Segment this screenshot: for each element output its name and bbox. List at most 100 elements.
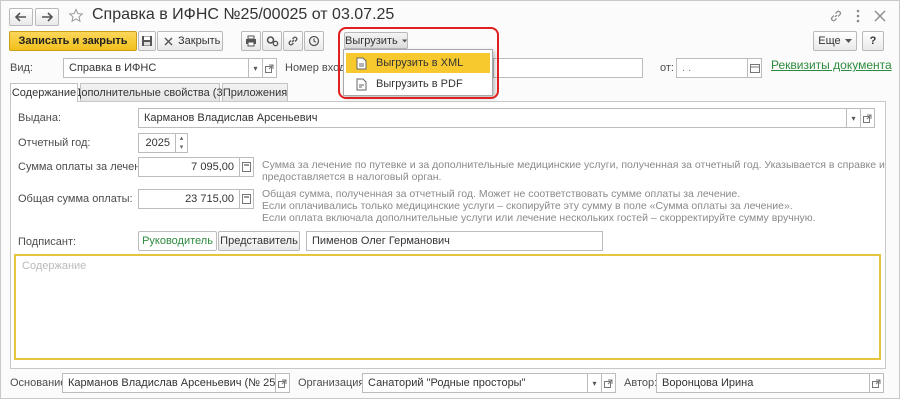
export-pdf-label: Выгрузить в PDF [376, 78, 463, 90]
year-value: 2025 [145, 137, 170, 149]
back-button[interactable] [9, 8, 33, 26]
kind-value: Справка в ИФНС [69, 62, 157, 74]
date-from-field[interactable]: . . [676, 58, 748, 78]
link-icon[interactable] [829, 9, 843, 26]
link-button[interactable] [283, 31, 303, 51]
chevron-down-icon [844, 39, 852, 43]
author-value: Воронцова Ирина [662, 377, 754, 389]
issued-open-button[interactable] [861, 108, 875, 128]
issued-value: Карманов Владислав Арсеньевич [144, 112, 318, 124]
save-disk-icon [142, 36, 152, 46]
author-field[interactable]: Воронцова Ирина [656, 373, 870, 393]
author-open-button[interactable] [870, 373, 884, 393]
treatment-sum-field[interactable]: 7 095,00 [138, 157, 240, 177]
window-title: Справка в ИФНС №25/00025 от 03.07.25 [92, 6, 395, 23]
help-button[interactable]: ? [862, 31, 884, 51]
xml-file-icon [356, 57, 366, 69]
close-x-icon [164, 37, 173, 45]
signer-rep-button[interactable]: Представитель [218, 231, 300, 251]
content-placeholder: Содержание [22, 260, 87, 272]
tab-additional-label: Дополнительные свойства (3) [73, 86, 227, 99]
date-from-label: от: [660, 62, 674, 74]
export-xml-label: Выгрузить в XML [376, 57, 464, 69]
basis-field[interactable]: Карманов Владислав Арсеньевич (№ 25/0015… [62, 373, 276, 393]
forward-button[interactable] [35, 8, 59, 26]
total-hint-line3: Если оплата включала дополнительные услу… [262, 212, 816, 224]
signer-field[interactable]: Пименов Олег Германович [306, 231, 603, 251]
year-stepper[interactable]: ▴ ▾ [176, 133, 188, 153]
open-icon [604, 379, 613, 388]
history-clock-icon [308, 35, 320, 47]
arrow-right-icon [42, 12, 53, 22]
signer-label: Подписант: [18, 236, 77, 248]
org-dropdown-button[interactable]: ▾ [588, 373, 602, 393]
tab-additional-properties[interactable]: Дополнительные свойства (3) [74, 83, 226, 101]
chevron-down-icon [401, 38, 407, 43]
total-sum-label: Общая сумма оплаты: [18, 193, 133, 205]
treatment-hint-line2: предоставляется в налоговый орган. [262, 171, 442, 183]
save-and-close-button[interactable]: Записать и закрыть [9, 31, 137, 51]
open-icon [872, 379, 881, 388]
total-sum-calculator-button[interactable] [240, 189, 254, 209]
close-label: Закрыть [178, 35, 221, 47]
calendar-button[interactable] [748, 58, 762, 78]
open-icon [265, 64, 274, 73]
basis-label: Основание: [10, 377, 70, 389]
requisites-link[interactable]: Реквизиты документа [771, 58, 892, 72]
issued-label: Выдана: [18, 112, 62, 124]
save-and-close-label: Записать и закрыть [18, 35, 128, 47]
open-icon [863, 114, 872, 123]
treatment-sum-value: 7 095,00 [191, 161, 234, 173]
org-field[interactable]: Санаторий "Родные просторы" [362, 373, 588, 393]
treatment-sum-label: Сумма оплаты за лечение: [18, 161, 156, 173]
close-button[interactable]: Закрыть [157, 31, 223, 51]
content-textarea[interactable]: Содержание [14, 254, 881, 360]
signer-head-button[interactable]: Руководитель [138, 231, 217, 251]
total-sum-value: 23 715,00 [185, 193, 234, 205]
printer-icon [246, 35, 256, 47]
gears-icon [266, 36, 278, 47]
basis-value: Карманов Владислав Арсеньевич (№ 25/0015… [68, 377, 276, 389]
basis-open-button[interactable] [276, 373, 290, 393]
incoming-number-field[interactable] [493, 58, 643, 78]
print-button[interactable] [241, 31, 261, 51]
date-from-value: . . [682, 62, 692, 74]
treatment-hint-line1: Сумма за лечение по путевке и за дополни… [262, 159, 885, 171]
total-hint-line1: Общая сумма, полученная за отчетный год.… [262, 188, 741, 200]
issued-dropdown-button[interactable]: ▾ [847, 108, 861, 128]
arrow-left-icon [15, 12, 26, 22]
issued-field[interactable]: Карманов Владислав Арсеньевич [138, 108, 847, 128]
more-label: Еще [818, 35, 841, 47]
help-label: ? [869, 35, 877, 47]
close-window-icon[interactable] [874, 10, 886, 25]
open-icon [278, 379, 287, 388]
save-button[interactable] [138, 31, 156, 51]
kind-field[interactable]: Справка в ИФНС [63, 58, 249, 78]
tab-attachments[interactable]: Приложения [222, 83, 288, 101]
incoming-number-label: Номер входя [285, 62, 352, 74]
total-hint-line2: Если оплачивались только медицинские усл… [262, 200, 793, 212]
export-xml-item[interactable]: Выгрузить в XML [346, 53, 490, 73]
favorite-star-icon[interactable] [68, 8, 84, 27]
total-sum-field[interactable]: 23 715,00 [138, 189, 240, 209]
calculator-icon [242, 194, 251, 204]
export-pdf-item[interactable]: Выгрузить в PDF [346, 74, 490, 94]
signer-rep-label: Представитель [220, 235, 298, 247]
export-menu: Выгрузить в XML Выгрузить в PDF [343, 49, 493, 96]
kind-open-button[interactable] [263, 58, 277, 78]
history-button[interactable] [304, 31, 324, 51]
settings-button[interactable] [262, 31, 282, 51]
org-value: Санаторий "Родные просторы" [368, 377, 526, 389]
tab-content[interactable]: Содержание [10, 83, 78, 102]
kind-label: Вид: [10, 62, 33, 74]
year-field[interactable]: 2025 [138, 133, 176, 153]
org-open-button[interactable] [602, 373, 616, 393]
tab-content-label: Содержание [11, 87, 77, 99]
more-button[interactable]: Еще [813, 31, 857, 51]
author-label: Автор: [624, 377, 658, 389]
kind-dropdown-button[interactable]: ▾ [249, 58, 263, 78]
export-dropdown-button[interactable]: Выгрузить [344, 32, 408, 49]
menu-dots-icon[interactable] [855, 8, 861, 27]
treatment-sum-calculator-button[interactable] [240, 157, 254, 177]
calculator-icon [242, 162, 251, 172]
